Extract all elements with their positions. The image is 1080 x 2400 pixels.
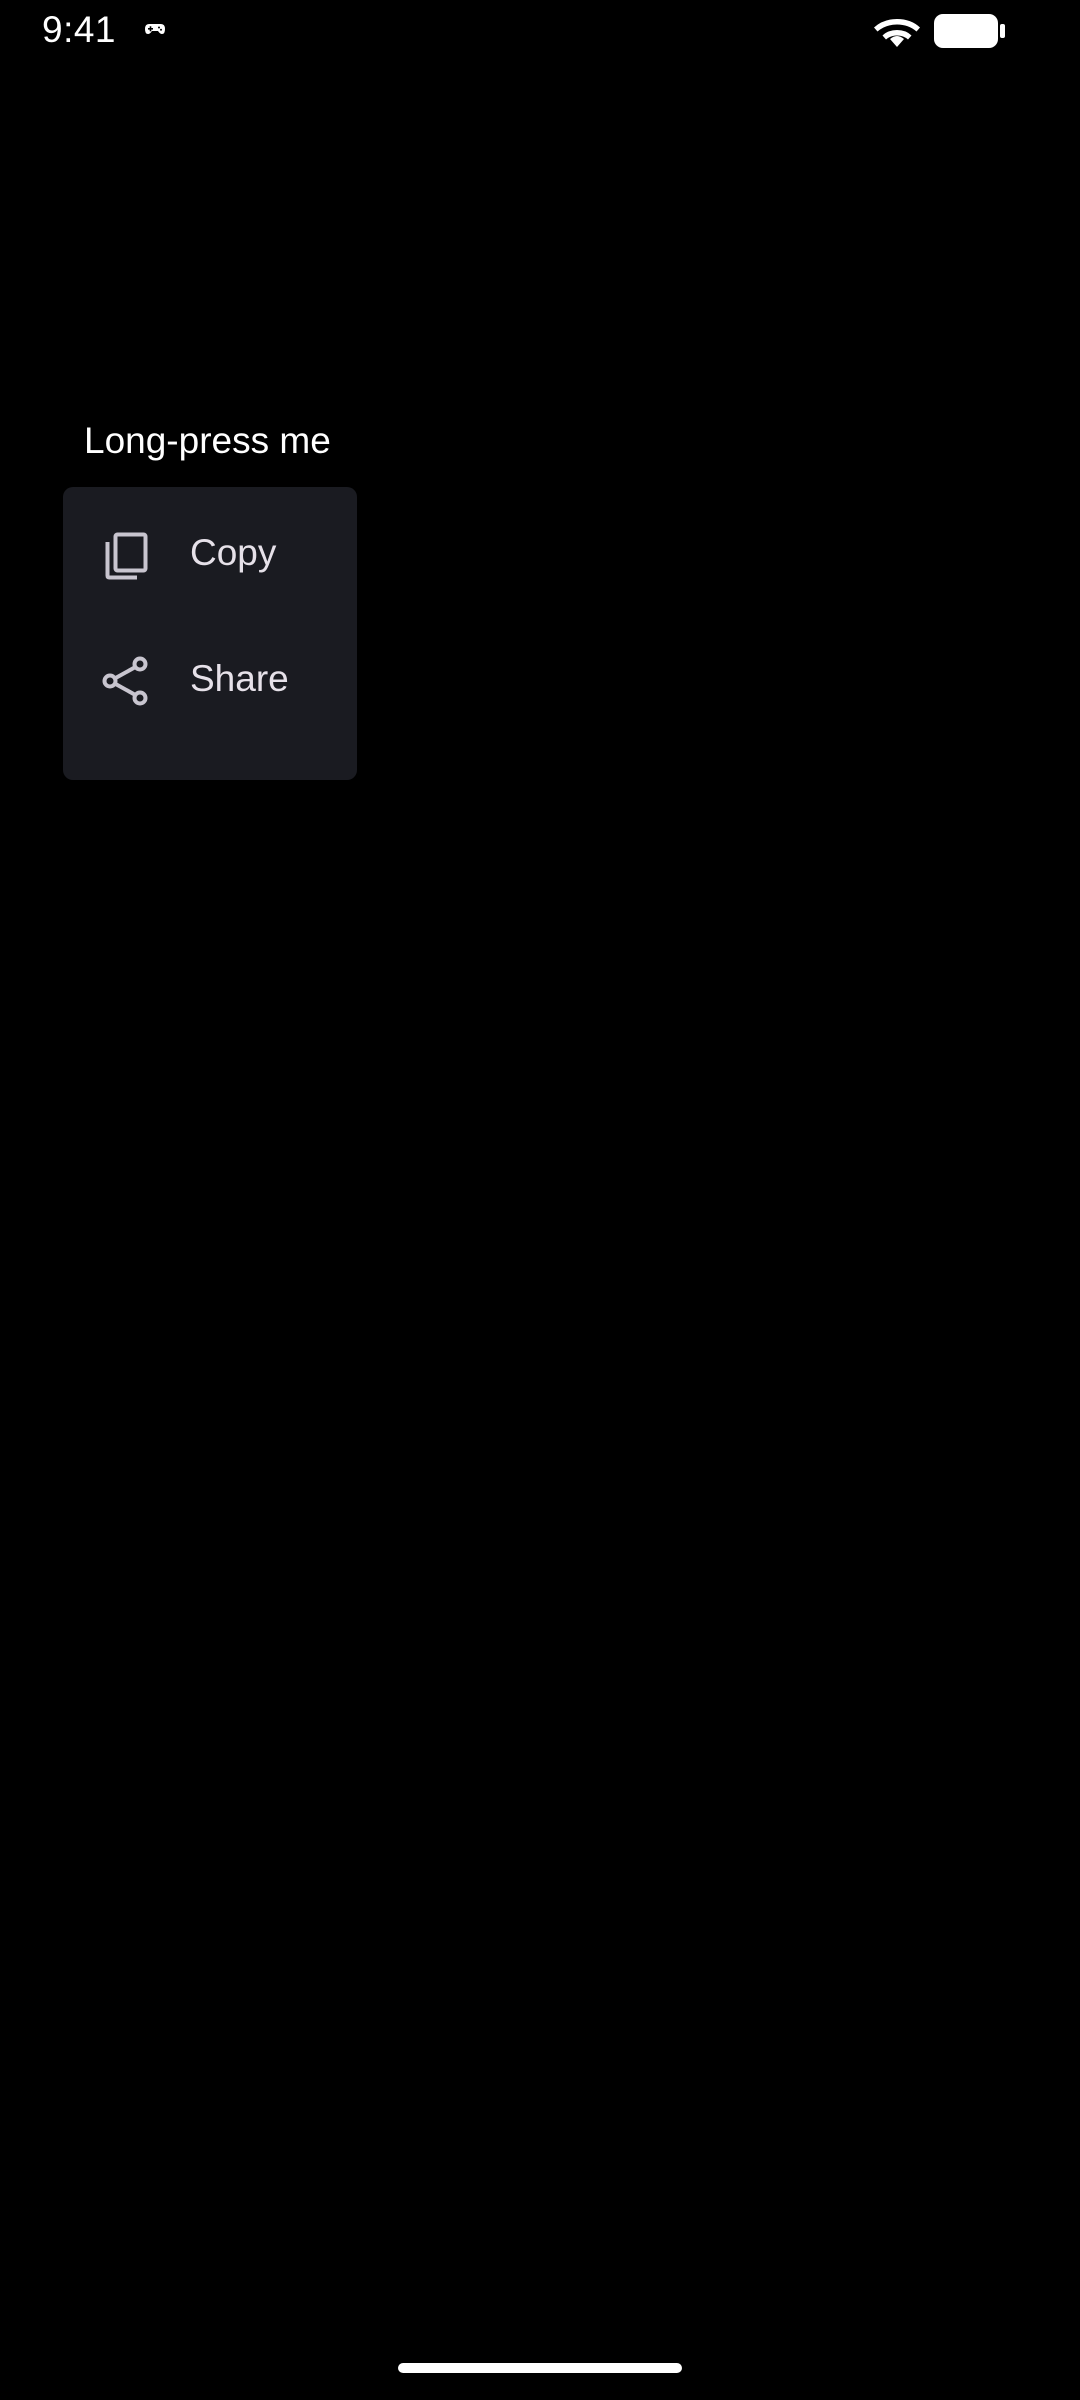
menu-item-share[interactable]: Share [63,615,357,741]
game-controller-icon [145,24,165,34]
menu-item-copy[interactable]: Copy [63,489,357,615]
wifi-icon [874,19,920,47]
status-bar: 9:41 [0,0,1080,64]
menu-item-label: Copy [190,532,277,573]
battery-icon [934,14,1005,48]
status-time: 9:41 [42,9,117,50]
copy-icon [105,532,148,580]
share-icon [102,656,148,706]
long-press-text[interactable]: Long-press me [84,415,331,467]
home-indicator[interactable] [398,2363,682,2373]
menu-item-label: Share [190,658,289,699]
context-menu: Copy Share [63,487,357,780]
